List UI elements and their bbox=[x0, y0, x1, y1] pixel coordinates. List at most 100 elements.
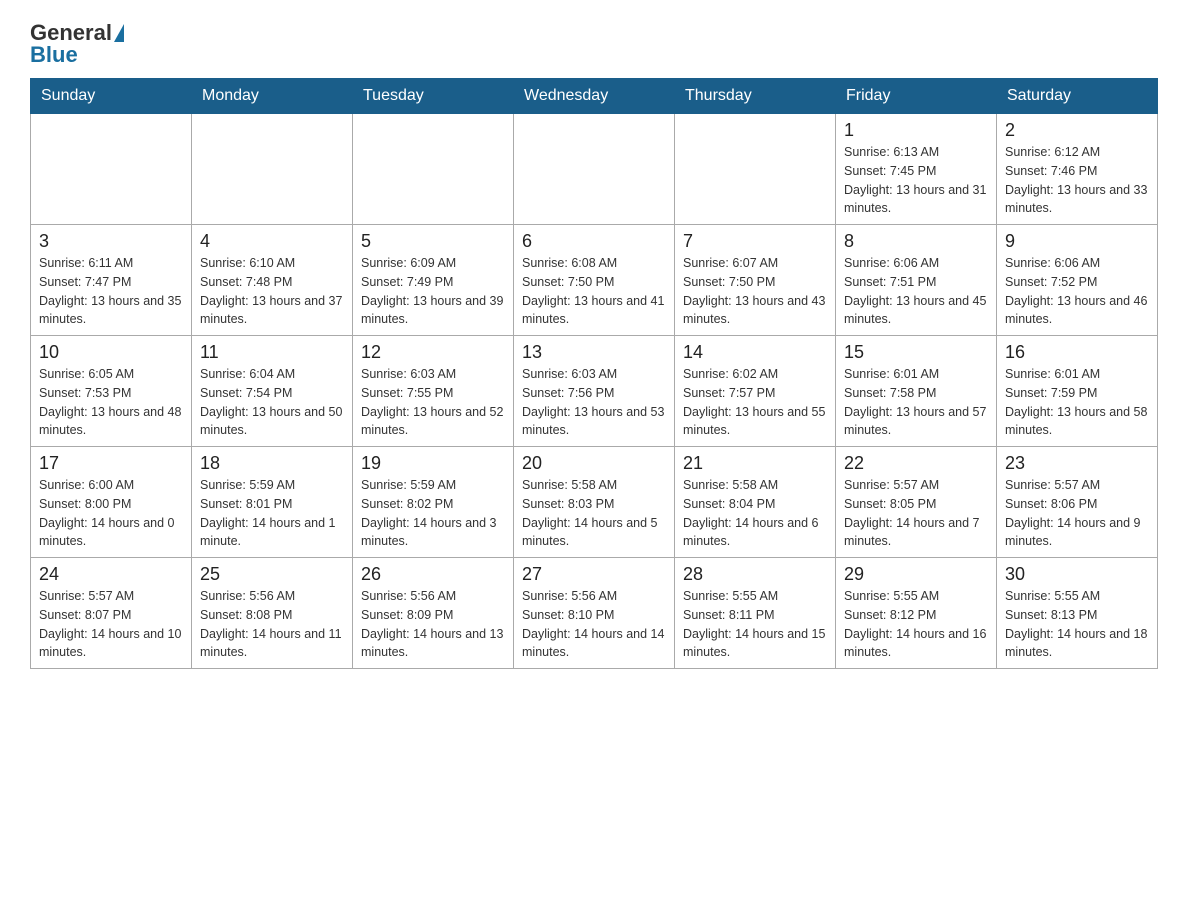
day-number: 4 bbox=[200, 231, 344, 252]
calendar-cell: 14Sunrise: 6:02 AM Sunset: 7:57 PM Dayli… bbox=[675, 336, 836, 447]
calendar-cell: 13Sunrise: 6:03 AM Sunset: 7:56 PM Dayli… bbox=[514, 336, 675, 447]
calendar-cell: 26Sunrise: 5:56 AM Sunset: 8:09 PM Dayli… bbox=[353, 558, 514, 669]
column-header-tuesday: Tuesday bbox=[353, 79, 514, 114]
page-header: General Blue bbox=[30, 20, 1158, 68]
day-info: Sunrise: 6:00 AM Sunset: 8:00 PM Dayligh… bbox=[39, 476, 183, 551]
day-number: 22 bbox=[844, 453, 988, 474]
logo-blue-text: Blue bbox=[30, 42, 78, 68]
calendar-cell: 30Sunrise: 5:55 AM Sunset: 8:13 PM Dayli… bbox=[997, 558, 1158, 669]
day-info: Sunrise: 6:03 AM Sunset: 7:55 PM Dayligh… bbox=[361, 365, 505, 440]
day-number: 1 bbox=[844, 120, 988, 141]
day-number: 7 bbox=[683, 231, 827, 252]
calendar-cell: 23Sunrise: 5:57 AM Sunset: 8:06 PM Dayli… bbox=[997, 447, 1158, 558]
column-header-saturday: Saturday bbox=[997, 79, 1158, 114]
day-info: Sunrise: 6:08 AM Sunset: 7:50 PM Dayligh… bbox=[522, 254, 666, 329]
calendar-cell: 4Sunrise: 6:10 AM Sunset: 7:48 PM Daylig… bbox=[192, 225, 353, 336]
day-number: 12 bbox=[361, 342, 505, 363]
column-header-wednesday: Wednesday bbox=[514, 79, 675, 114]
week-row-3: 10Sunrise: 6:05 AM Sunset: 7:53 PM Dayli… bbox=[31, 336, 1158, 447]
day-info: Sunrise: 5:59 AM Sunset: 8:02 PM Dayligh… bbox=[361, 476, 505, 551]
day-number: 14 bbox=[683, 342, 827, 363]
day-number: 25 bbox=[200, 564, 344, 585]
calendar-cell: 21Sunrise: 5:58 AM Sunset: 8:04 PM Dayli… bbox=[675, 447, 836, 558]
day-info: Sunrise: 6:07 AM Sunset: 7:50 PM Dayligh… bbox=[683, 254, 827, 329]
day-number: 3 bbox=[39, 231, 183, 252]
day-info: Sunrise: 5:57 AM Sunset: 8:07 PM Dayligh… bbox=[39, 587, 183, 662]
day-number: 8 bbox=[844, 231, 988, 252]
column-header-sunday: Sunday bbox=[31, 79, 192, 114]
day-info: Sunrise: 6:03 AM Sunset: 7:56 PM Dayligh… bbox=[522, 365, 666, 440]
day-info: Sunrise: 6:06 AM Sunset: 7:52 PM Dayligh… bbox=[1005, 254, 1149, 329]
day-number: 9 bbox=[1005, 231, 1149, 252]
day-number: 5 bbox=[361, 231, 505, 252]
day-number: 23 bbox=[1005, 453, 1149, 474]
calendar-cell: 3Sunrise: 6:11 AM Sunset: 7:47 PM Daylig… bbox=[31, 225, 192, 336]
calendar-cell: 2Sunrise: 6:12 AM Sunset: 7:46 PM Daylig… bbox=[997, 114, 1158, 225]
column-header-thursday: Thursday bbox=[675, 79, 836, 114]
calendar-table: SundayMondayTuesdayWednesdayThursdayFrid… bbox=[30, 78, 1158, 669]
calendar-cell: 18Sunrise: 5:59 AM Sunset: 8:01 PM Dayli… bbox=[192, 447, 353, 558]
calendar-cell bbox=[353, 114, 514, 225]
day-info: Sunrise: 5:55 AM Sunset: 8:12 PM Dayligh… bbox=[844, 587, 988, 662]
day-number: 26 bbox=[361, 564, 505, 585]
day-number: 17 bbox=[39, 453, 183, 474]
day-info: Sunrise: 6:04 AM Sunset: 7:54 PM Dayligh… bbox=[200, 365, 344, 440]
day-number: 6 bbox=[522, 231, 666, 252]
calendar-cell: 29Sunrise: 5:55 AM Sunset: 8:12 PM Dayli… bbox=[836, 558, 997, 669]
day-info: Sunrise: 6:09 AM Sunset: 7:49 PM Dayligh… bbox=[361, 254, 505, 329]
calendar-cell: 16Sunrise: 6:01 AM Sunset: 7:59 PM Dayli… bbox=[997, 336, 1158, 447]
day-info: Sunrise: 6:11 AM Sunset: 7:47 PM Dayligh… bbox=[39, 254, 183, 329]
calendar-cell bbox=[192, 114, 353, 225]
calendar-cell: 25Sunrise: 5:56 AM Sunset: 8:08 PM Dayli… bbox=[192, 558, 353, 669]
calendar-cell: 17Sunrise: 6:00 AM Sunset: 8:00 PM Dayli… bbox=[31, 447, 192, 558]
day-number: 10 bbox=[39, 342, 183, 363]
calendar-cell: 6Sunrise: 6:08 AM Sunset: 7:50 PM Daylig… bbox=[514, 225, 675, 336]
calendar-cell: 8Sunrise: 6:06 AM Sunset: 7:51 PM Daylig… bbox=[836, 225, 997, 336]
day-number: 19 bbox=[361, 453, 505, 474]
calendar-cell: 10Sunrise: 6:05 AM Sunset: 7:53 PM Dayli… bbox=[31, 336, 192, 447]
day-number: 2 bbox=[1005, 120, 1149, 141]
day-number: 18 bbox=[200, 453, 344, 474]
day-number: 16 bbox=[1005, 342, 1149, 363]
day-info: Sunrise: 6:10 AM Sunset: 7:48 PM Dayligh… bbox=[200, 254, 344, 329]
day-number: 11 bbox=[200, 342, 344, 363]
day-number: 27 bbox=[522, 564, 666, 585]
day-info: Sunrise: 6:02 AM Sunset: 7:57 PM Dayligh… bbox=[683, 365, 827, 440]
calendar-cell bbox=[675, 114, 836, 225]
day-info: Sunrise: 6:13 AM Sunset: 7:45 PM Dayligh… bbox=[844, 143, 988, 218]
logo: General Blue bbox=[30, 20, 126, 68]
column-header-friday: Friday bbox=[836, 79, 997, 114]
day-info: Sunrise: 5:55 AM Sunset: 8:11 PM Dayligh… bbox=[683, 587, 827, 662]
day-info: Sunrise: 5:58 AM Sunset: 8:04 PM Dayligh… bbox=[683, 476, 827, 551]
day-info: Sunrise: 5:56 AM Sunset: 8:09 PM Dayligh… bbox=[361, 587, 505, 662]
calendar-cell bbox=[514, 114, 675, 225]
day-info: Sunrise: 5:56 AM Sunset: 8:10 PM Dayligh… bbox=[522, 587, 666, 662]
calendar-cell: 9Sunrise: 6:06 AM Sunset: 7:52 PM Daylig… bbox=[997, 225, 1158, 336]
week-row-4: 17Sunrise: 6:00 AM Sunset: 8:00 PM Dayli… bbox=[31, 447, 1158, 558]
day-number: 13 bbox=[522, 342, 666, 363]
calendar-cell: 28Sunrise: 5:55 AM Sunset: 8:11 PM Dayli… bbox=[675, 558, 836, 669]
calendar-cell: 1Sunrise: 6:13 AM Sunset: 7:45 PM Daylig… bbox=[836, 114, 997, 225]
calendar-cell: 19Sunrise: 5:59 AM Sunset: 8:02 PM Dayli… bbox=[353, 447, 514, 558]
day-info: Sunrise: 5:56 AM Sunset: 8:08 PM Dayligh… bbox=[200, 587, 344, 662]
week-row-5: 24Sunrise: 5:57 AM Sunset: 8:07 PM Dayli… bbox=[31, 558, 1158, 669]
calendar-cell bbox=[31, 114, 192, 225]
logo-triangle-icon bbox=[114, 24, 124, 42]
day-info: Sunrise: 6:01 AM Sunset: 7:59 PM Dayligh… bbox=[1005, 365, 1149, 440]
calendar-cell: 12Sunrise: 6:03 AM Sunset: 7:55 PM Dayli… bbox=[353, 336, 514, 447]
day-info: Sunrise: 6:01 AM Sunset: 7:58 PM Dayligh… bbox=[844, 365, 988, 440]
calendar-cell: 20Sunrise: 5:58 AM Sunset: 8:03 PM Dayli… bbox=[514, 447, 675, 558]
day-info: Sunrise: 6:06 AM Sunset: 7:51 PM Dayligh… bbox=[844, 254, 988, 329]
calendar-cell: 7Sunrise: 6:07 AM Sunset: 7:50 PM Daylig… bbox=[675, 225, 836, 336]
calendar-cell: 22Sunrise: 5:57 AM Sunset: 8:05 PM Dayli… bbox=[836, 447, 997, 558]
calendar-cell: 11Sunrise: 6:04 AM Sunset: 7:54 PM Dayli… bbox=[192, 336, 353, 447]
week-row-1: 1Sunrise: 6:13 AM Sunset: 7:45 PM Daylig… bbox=[31, 114, 1158, 225]
day-number: 24 bbox=[39, 564, 183, 585]
calendar-cell: 5Sunrise: 6:09 AM Sunset: 7:49 PM Daylig… bbox=[353, 225, 514, 336]
day-number: 29 bbox=[844, 564, 988, 585]
day-info: Sunrise: 5:59 AM Sunset: 8:01 PM Dayligh… bbox=[200, 476, 344, 551]
calendar-cell: 24Sunrise: 5:57 AM Sunset: 8:07 PM Dayli… bbox=[31, 558, 192, 669]
week-row-2: 3Sunrise: 6:11 AM Sunset: 7:47 PM Daylig… bbox=[31, 225, 1158, 336]
day-info: Sunrise: 6:05 AM Sunset: 7:53 PM Dayligh… bbox=[39, 365, 183, 440]
day-info: Sunrise: 5:57 AM Sunset: 8:06 PM Dayligh… bbox=[1005, 476, 1149, 551]
